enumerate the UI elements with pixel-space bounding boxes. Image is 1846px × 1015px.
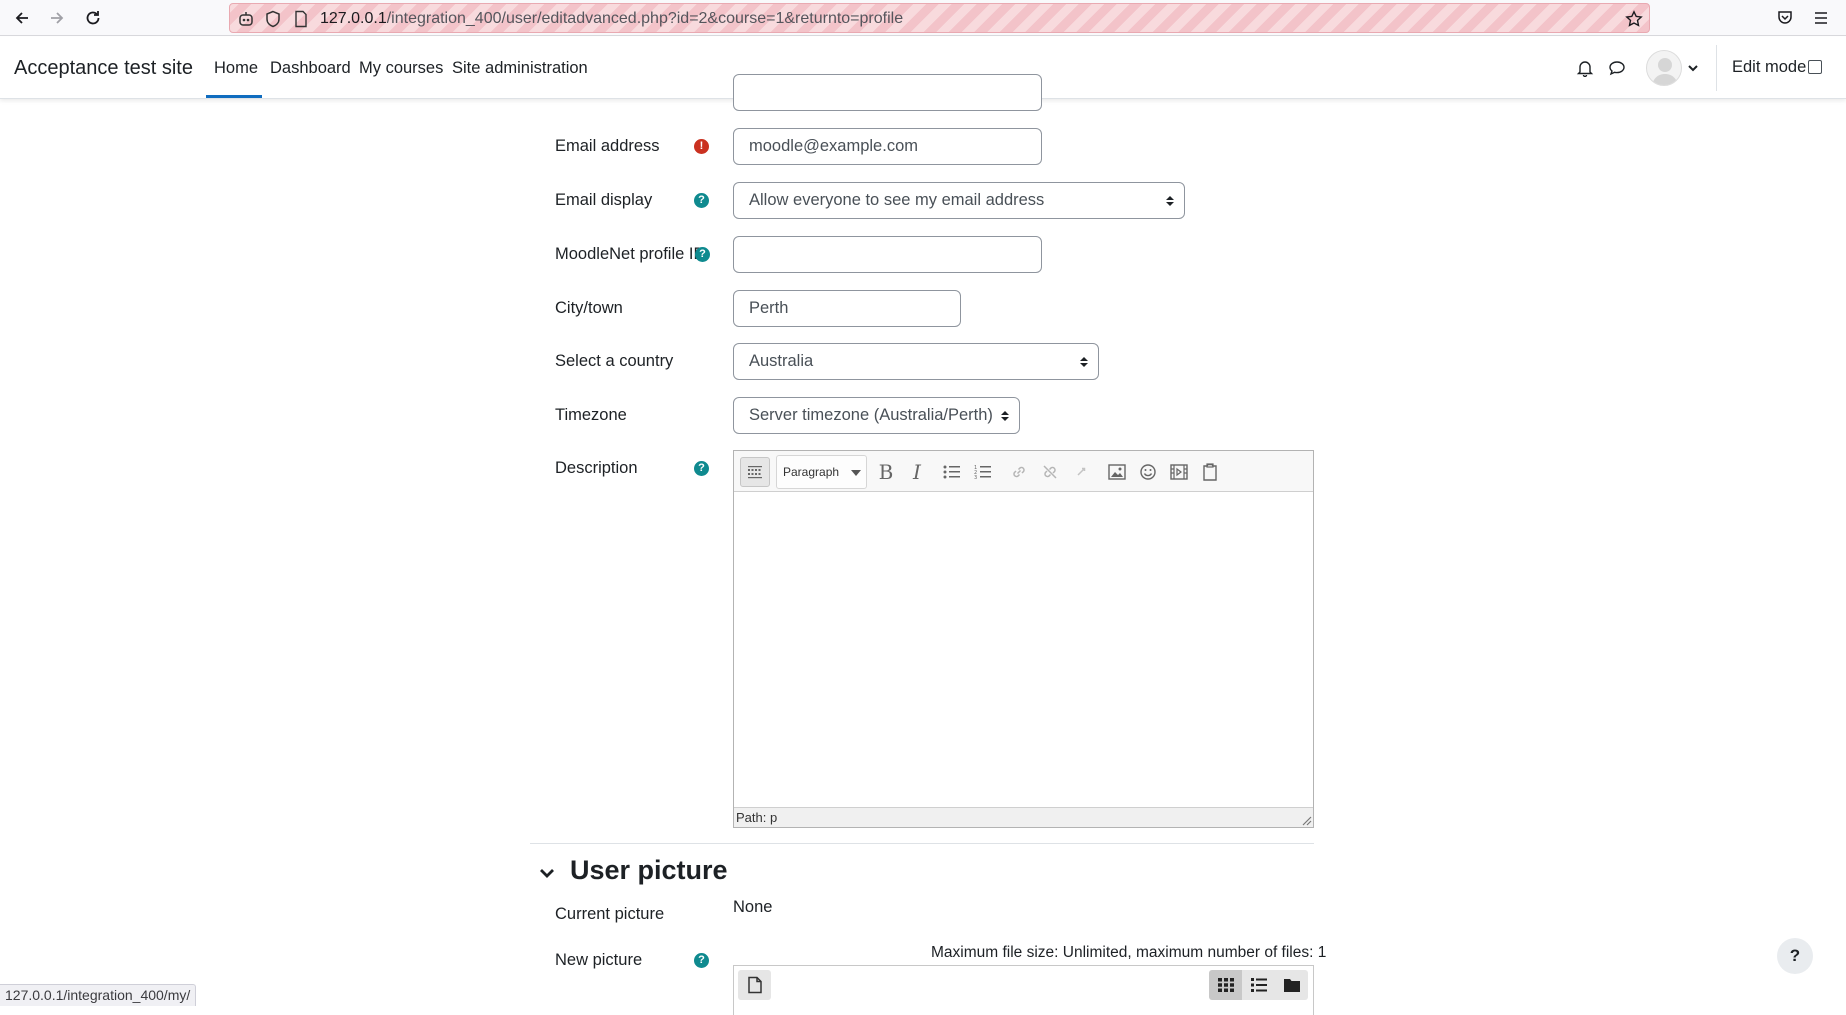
help-button[interactable]: ? <box>1777 938 1813 974</box>
list-view-icon[interactable] <box>1242 970 1275 1000</box>
toolbar-toggle-icon[interactable] <box>740 457 770 487</box>
city-town-label: City/town <box>555 299 623 317</box>
svg-text:3: 3 <box>974 475 977 480</box>
current-picture-value: None <box>733 898 773 916</box>
select-arrows-icon <box>1166 196 1174 206</box>
navbar-divider <box>1716 45 1717 91</box>
chevron-down-icon[interactable] <box>538 864 556 882</box>
forward-icon[interactable] <box>45 6 69 30</box>
help-icon[interactable]: ? <box>694 461 709 476</box>
nav-site-administration[interactable]: Site administration <box>452 59 588 78</box>
country-label: Select a country <box>555 352 674 370</box>
moodlenet-profile-input[interactable] <box>733 236 1042 273</box>
paragraph-format-value: Paragraph <box>783 465 840 479</box>
partial-field-input[interactable] <box>733 74 1042 111</box>
url-host: 127.0.0.1 <box>320 10 387 27</box>
current-picture-label: Current picture <box>555 905 665 923</box>
robot-icon <box>236 9 256 29</box>
avatar[interactable] <box>1646 50 1682 86</box>
add-file-button[interactable] <box>738 970 771 1000</box>
italic-icon[interactable]: I <box>902 457 932 487</box>
browser-toolbar: 127.0.0.1/integration_400/user/editadvan… <box>0 0 1846 36</box>
manage-files-icon[interactable] <box>1195 457 1225 487</box>
email-address-label: Email address <box>555 137 660 155</box>
select-arrows-icon <box>1001 411 1009 421</box>
max-file-size-text: Maximum file size: Unlimited, maximum nu… <box>931 944 1327 961</box>
edit-mode-toggle[interactable] <box>1808 60 1822 74</box>
section-divider <box>530 843 1314 844</box>
editor-path-status: Path: p <box>734 807 1313 827</box>
editor-toolbar: Paragraph B I 123 <box>734 451 1313 492</box>
nav-home[interactable]: Home <box>214 59 258 78</box>
bold-icon[interactable]: B <box>871 457 901 487</box>
site-name[interactable]: Acceptance test site <box>14 57 193 80</box>
email-address-input[interactable]: moodle@example.com <box>733 128 1042 165</box>
timezone-label: Timezone <box>555 406 627 424</box>
email-display-select[interactable]: Allow everyone to see my email address <box>733 182 1185 219</box>
unlink-icon[interactable] <box>1035 457 1065 487</box>
chevron-down-icon <box>851 470 861 476</box>
back-icon[interactable] <box>10 6 34 30</box>
editor-content-area[interactable] <box>734 492 1313 807</box>
country-value: Australia <box>749 352 814 370</box>
emoticon-icon[interactable] <box>1133 457 1163 487</box>
bookmark-star-icon[interactable] <box>1624 9 1644 29</box>
select-arrows-icon <box>1080 357 1088 367</box>
page-icon[interactable] <box>291 9 311 29</box>
help-icon[interactable]: ? <box>694 193 709 208</box>
moodlenet-profile-label: MoodleNet profile ID <box>555 245 706 263</box>
file-manager <box>733 965 1314 1015</box>
timezone-value: Server timezone (Australia/Perth) <box>749 406 993 424</box>
city-town-input[interactable]: Perth <box>733 290 961 327</box>
edit-mode-label: Edit mode <box>1732 58 1807 76</box>
url-text[interactable]: 127.0.0.1/integration_400/user/editadvan… <box>320 10 903 28</box>
shield-icon[interactable] <box>263 9 283 29</box>
image-icon[interactable] <box>1102 457 1132 487</box>
grid-view-icon[interactable] <box>1209 970 1242 1000</box>
link-icon[interactable] <box>1004 457 1034 487</box>
required-icon: ! <box>694 139 709 154</box>
help-icon[interactable]: ? <box>695 247 710 262</box>
new-picture-label: New picture <box>555 951 643 969</box>
active-tab-indicator <box>206 95 262 98</box>
country-select[interactable]: Australia <box>733 343 1099 380</box>
bell-icon[interactable] <box>1574 57 1596 79</box>
email-display-value: Allow everyone to see my email address <box>749 191 1045 209</box>
paragraph-format-select[interactable]: Paragraph <box>776 455 867 489</box>
nav-my-courses[interactable]: My courses <box>359 59 443 78</box>
resize-handle-icon[interactable] <box>1300 814 1312 826</box>
address-bar[interactable]: 127.0.0.1/integration_400/user/editadvan… <box>229 3 1650 33</box>
chevron-down-icon[interactable] <box>1682 57 1704 79</box>
url-path: /integration_400/user/editadvanced.php?i… <box>386 10 904 27</box>
description-label: Description <box>555 459 638 477</box>
chat-bubble-icon[interactable] <box>1606 57 1628 79</box>
media-icon[interactable] <box>1164 457 1194 487</box>
nav-dashboard[interactable]: Dashboard <box>270 59 351 78</box>
numbered-list-icon[interactable]: 123 <box>968 457 998 487</box>
link-status-bar: 127.0.0.1/integration_400/my/ <box>0 984 197 1006</box>
anchor-icon[interactable] <box>1066 457 1096 487</box>
email-display-label: Email display <box>555 191 653 209</box>
user-picture-heading[interactable]: User picture <box>570 855 728 886</box>
reload-icon[interactable] <box>81 6 105 30</box>
help-icon[interactable]: ? <box>694 953 709 968</box>
hamburger-menu-icon[interactable] <box>1809 6 1833 30</box>
bullet-list-icon[interactable] <box>937 457 967 487</box>
timezone-select[interactable]: Server timezone (Australia/Perth) <box>733 397 1020 434</box>
folder-view-icon[interactable] <box>1275 970 1308 1000</box>
pocket-icon[interactable] <box>1773 6 1797 30</box>
description-editor: Paragraph B I 123 Path: p <box>733 450 1314 828</box>
